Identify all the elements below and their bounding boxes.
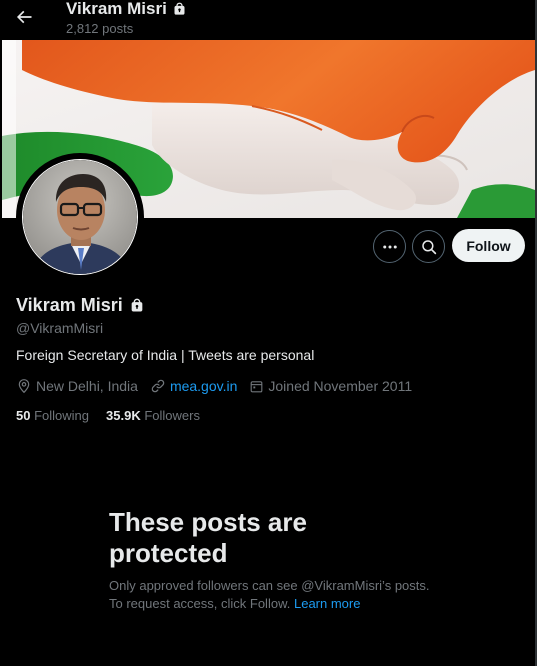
- followers-link[interactable]: 35.9K Followers: [106, 408, 200, 423]
- meta-joined: Joined November 2011: [249, 378, 412, 394]
- profile-meta: New Delhi, India mea.gov.in Joined Novem…: [16, 378, 424, 394]
- profile-name: Vikram Misri: [16, 295, 145, 316]
- profile-handle: @VikramMisri: [16, 320, 104, 336]
- location-text: New Delhi, India: [36, 378, 138, 394]
- meta-website: mea.gov.in: [150, 378, 237, 394]
- following-link[interactable]: 50 Following: [16, 408, 89, 423]
- top-bar: Vikram Misri 2,812 posts: [0, 0, 535, 40]
- profile-bio: Foreign Secretary of India | Tweets are …: [16, 347, 315, 363]
- following-label: Following: [34, 408, 90, 423]
- location-pin-icon: [18, 379, 30, 394]
- followers-count: 35.9K: [106, 408, 141, 423]
- more-icon: [382, 245, 397, 248]
- header-title: Vikram Misri: [66, 0, 187, 19]
- header-name: Vikram Misri: [66, 0, 167, 18]
- back-button[interactable]: [10, 3, 38, 31]
- meta-location: New Delhi, India: [16, 378, 138, 394]
- lock-icon: [131, 298, 143, 312]
- profile-name-text: Vikram Misri: [16, 295, 123, 315]
- follow-button[interactable]: Follow: [452, 229, 525, 262]
- joined-text: Joined November 2011: [268, 378, 413, 394]
- protected-body: Only approved followers can see @VikramM…: [109, 578, 430, 611]
- link-icon: [151, 379, 165, 393]
- following-count: 50: [16, 408, 31, 423]
- header-posts-count: 2,812 posts: [66, 21, 134, 36]
- protected-message: Only approved followers can see @VikramM…: [109, 577, 439, 613]
- profile-avatar[interactable]: [16, 153, 144, 281]
- calendar-icon: [251, 380, 263, 392]
- follow-counts: 50 Following 35.9K Followers: [16, 408, 217, 423]
- lock-icon: [174, 2, 185, 15]
- avatar-image: [23, 160, 137, 274]
- back-arrow-icon: [16, 10, 32, 24]
- protected-title: These posts are protected: [109, 507, 307, 568]
- more-button[interactable]: [373, 230, 406, 263]
- search-icon: [421, 239, 436, 254]
- followers-label: Followers: [144, 408, 200, 423]
- search-button[interactable]: [412, 230, 445, 263]
- learn-more-link[interactable]: Learn more: [294, 596, 360, 611]
- website-link[interactable]: mea.gov.in: [170, 378, 237, 394]
